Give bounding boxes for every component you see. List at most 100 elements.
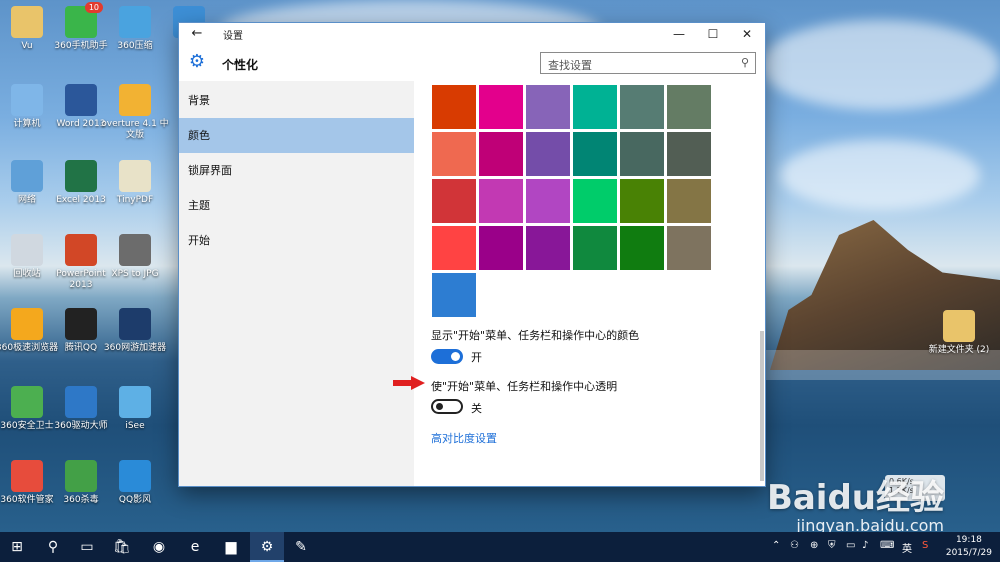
transparent-state: 关 bbox=[471, 402, 482, 415]
accent-color-swatch[interactable] bbox=[432, 85, 476, 129]
accent-color-swatch[interactable] bbox=[432, 226, 476, 270]
search-placeholder: 查找设置 bbox=[548, 59, 592, 72]
desktop-icon[interactable]: 360网游加速器 bbox=[98, 308, 172, 354]
scrollbar[interactable] bbox=[760, 331, 764, 481]
transparent-label: 使"开始"菜单、任务栏和操作中心透明 bbox=[431, 380, 618, 393]
tray-keyboard-icon[interactable]: ⌨ bbox=[880, 540, 894, 551]
clock-time: 19:18 bbox=[955, 535, 982, 545]
accent-color-swatch[interactable] bbox=[667, 226, 711, 270]
desktop-icon-label: TinyPDF bbox=[116, 195, 154, 205]
desktop-icon-label: 360网游加速器 bbox=[103, 343, 167, 353]
360-game-booster-icon bbox=[119, 308, 151, 340]
accent-color-swatch[interactable] bbox=[620, 85, 664, 129]
accent-color-swatch[interactable] bbox=[573, 179, 617, 223]
tray-shield-icon[interactable]: ⛨ bbox=[828, 540, 836, 551]
page-title: 个性化 bbox=[222, 58, 259, 72]
sidebar-item-2[interactable]: 锁屏界面 bbox=[179, 153, 414, 188]
minimize-button[interactable]: — bbox=[662, 23, 696, 45]
accent-color-swatch[interactable] bbox=[620, 226, 664, 270]
desktop-icon-label: 新建文件夹 (2) bbox=[928, 345, 990, 355]
show-color-state: 开 bbox=[471, 351, 482, 364]
recycle-bin-icon bbox=[11, 234, 43, 266]
isee-icon bbox=[119, 386, 151, 418]
accent-color-swatch[interactable] bbox=[667, 132, 711, 176]
taskbar: ⊞ ⚲ ▭ 🛍 ◉ e ▆ ⚙ ✎ ⌃ ⚇ ⊕ ⛨ ▭ ♪ ⌨ 英 S 19:18 2015/7… bbox=[0, 532, 1000, 562]
xps-icon bbox=[119, 234, 151, 266]
search-button[interactable]: ⚲ bbox=[36, 532, 70, 562]
user-folder-icon bbox=[11, 6, 43, 38]
settings-button[interactable]: ⚙ bbox=[250, 532, 284, 562]
desktop-icon-label: QQ影风 bbox=[118, 495, 152, 505]
tray-network-icon[interactable]: ⚇ bbox=[790, 540, 799, 551]
tray-360-icon[interactable]: ⊕ bbox=[810, 540, 818, 551]
search-input[interactable]: 查找设置 ⚲ bbox=[540, 52, 756, 74]
accent-color-swatch[interactable] bbox=[573, 132, 617, 176]
accent-color-swatch[interactable] bbox=[479, 85, 523, 129]
accent-color-swatch[interactable] bbox=[526, 85, 570, 129]
tray-sogou-icon[interactable]: S bbox=[922, 540, 928, 551]
accent-color-swatch[interactable] bbox=[432, 179, 476, 223]
close-button[interactable]: ✕ bbox=[730, 23, 764, 45]
accent-color-swatch[interactable] bbox=[432, 132, 476, 176]
transparent-toggle[interactable] bbox=[431, 399, 463, 414]
network-icon bbox=[11, 160, 43, 192]
tray-volume-icon[interactable]: ♪ bbox=[862, 540, 868, 551]
360-software-manager-icon bbox=[11, 460, 43, 492]
accent-color-swatch[interactable] bbox=[479, 179, 523, 223]
show-color-label: 显示"开始"菜单、任务栏和操作中心的颜色 bbox=[431, 329, 640, 342]
accent-color-swatch[interactable] bbox=[620, 179, 664, 223]
accent-color-swatch[interactable] bbox=[573, 226, 617, 270]
red-arrow-annotation bbox=[393, 376, 425, 390]
sidebar-nav: 背景 颜色 锁屏界面 主题 开始 bbox=[179, 81, 414, 486]
accent-color-swatch[interactable] bbox=[526, 132, 570, 176]
edge-button[interactable]: e bbox=[178, 532, 212, 562]
desktop-icon[interactable]: QQ影风 bbox=[98, 460, 172, 506]
computer-icon bbox=[11, 84, 43, 116]
accent-color-swatch[interactable] bbox=[667, 179, 711, 223]
360-browser-icon bbox=[11, 308, 43, 340]
show-color-toggle[interactable] bbox=[431, 349, 463, 364]
settings-header: ⚙ 个性化 查找设置 ⚲ bbox=[179, 45, 765, 81]
sidebar-item-3[interactable]: 主题 bbox=[179, 188, 414, 223]
sidebar-item-4[interactable]: 开始 bbox=[179, 223, 414, 258]
tray-up-chevron-icon[interactable]: ⌃ bbox=[772, 540, 780, 551]
desktop-icon[interactable]: iSee bbox=[98, 386, 172, 432]
accent-color-swatch[interactable] bbox=[573, 85, 617, 129]
desktop-icon[interactable]: overture 4.1 中文版 bbox=[98, 84, 172, 141]
360-zip-icon bbox=[119, 6, 151, 38]
paint-button[interactable]: ✎ bbox=[284, 532, 318, 562]
accent-color-swatch[interactable] bbox=[526, 179, 570, 223]
task-view-button[interactable]: ▭ bbox=[70, 532, 104, 562]
baidu-watermark: Baidu经验 bbox=[766, 478, 944, 518]
desktop-icon[interactable]: XPS to JPG bbox=[98, 234, 172, 280]
word-icon bbox=[65, 84, 97, 116]
360-driver-icon bbox=[65, 386, 97, 418]
desktop-icon[interactable]: TinyPDF bbox=[98, 160, 172, 206]
accent-color-swatch[interactable] bbox=[432, 273, 476, 317]
accent-color-swatch[interactable] bbox=[526, 226, 570, 270]
high-contrast-link[interactable]: 高对比度设置 bbox=[431, 430, 497, 446]
360-phone-assistant-icon: 10 bbox=[65, 2, 103, 38]
store-button[interactable]: 🛍 bbox=[105, 532, 139, 562]
accent-color-swatch[interactable] bbox=[620, 132, 664, 176]
360-antivirus-icon bbox=[65, 460, 97, 492]
title-bar[interactable]: ← 设置 — ☐ ✕ bbox=[179, 23, 765, 45]
ime-indicator[interactable]: 英 bbox=[902, 540, 912, 555]
sidebar-item-1[interactable]: 颜色 bbox=[179, 118, 414, 153]
tray-battery-icon[interactable]: ▭ bbox=[846, 540, 855, 551]
desktop-icon[interactable]: 新建文件夹 (2) bbox=[922, 310, 996, 356]
360-browser-button[interactable]: ◉ bbox=[142, 532, 176, 562]
accent-color-swatch[interactable] bbox=[479, 132, 523, 176]
accent-color-swatch[interactable] bbox=[667, 85, 711, 129]
start-button[interactable]: ⊞ bbox=[0, 532, 34, 562]
clock[interactable]: 19:18 2015/7/29 bbox=[946, 534, 992, 560]
back-button[interactable]: ← bbox=[185, 25, 209, 43]
clock-date: 2015/7/29 bbox=[945, 548, 992, 558]
maximize-button[interactable]: ☐ bbox=[696, 23, 730, 45]
accent-color-swatch[interactable] bbox=[479, 226, 523, 270]
powerpoint-icon bbox=[65, 234, 97, 266]
qq-icon bbox=[65, 308, 97, 340]
back-arrow-icon: ← bbox=[191, 26, 203, 41]
file-explorer-button[interactable]: ▆ bbox=[214, 532, 248, 562]
sidebar-item-0[interactable]: 背景 bbox=[179, 83, 414, 118]
